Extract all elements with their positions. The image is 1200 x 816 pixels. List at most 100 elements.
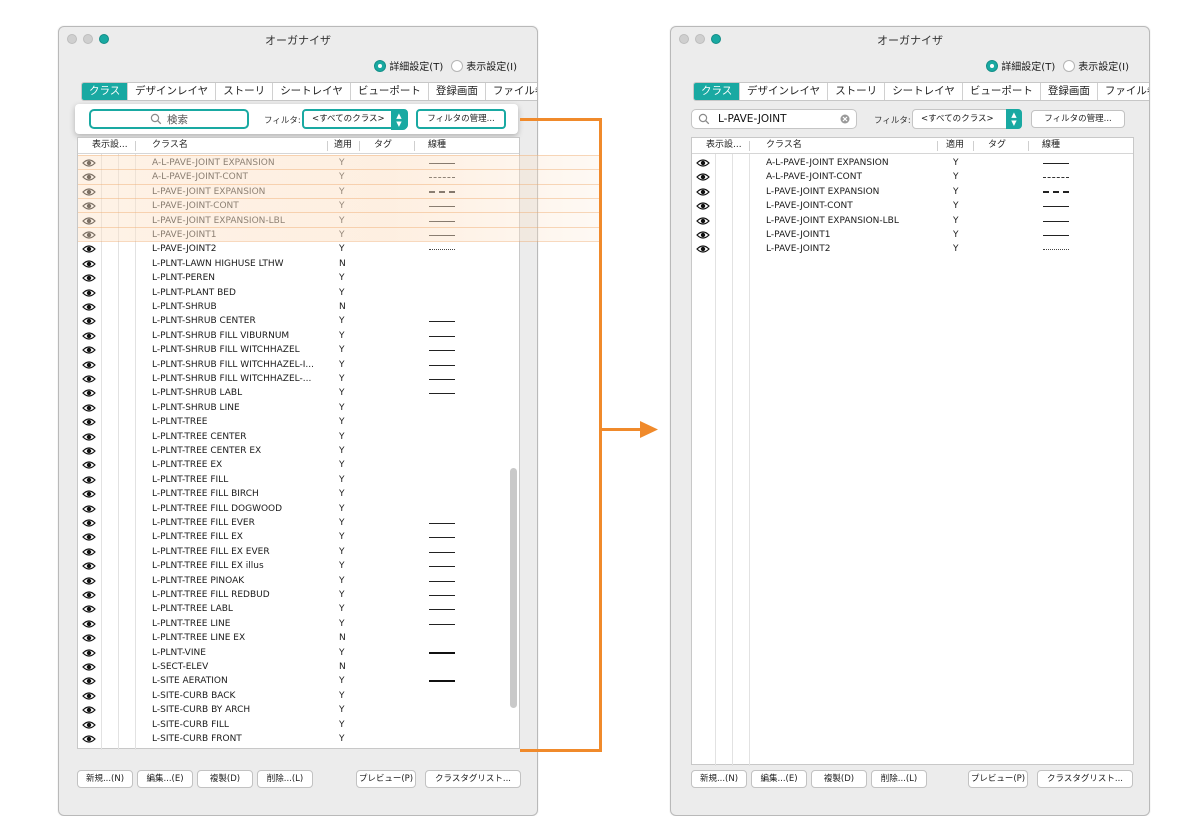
preview-button[interactable]: プレビュー(P) — [968, 770, 1028, 788]
tab-class[interactable]: クラス — [694, 83, 740, 100]
visibility-eye-icon[interactable] — [82, 344, 96, 356]
visibility-eye-icon[interactable] — [82, 503, 96, 515]
class-row[interactable]: L-SECT-ELEV N — [78, 660, 507, 674]
visibility-eye-icon[interactable] — [82, 373, 96, 385]
tab-story[interactable]: ストーリ — [828, 83, 886, 100]
class-row[interactable]: L-PLNT-TREE LABL Y — [78, 602, 507, 616]
class-row[interactable]: L-PLNT-TREE FILL EX Y — [78, 530, 507, 544]
visibility-eye-icon[interactable] — [82, 632, 96, 644]
class-row[interactable]: L-PAVE-JOINT1 Y — [692, 228, 1121, 242]
visibility-eye-icon[interactable] — [82, 387, 96, 399]
visibility-eye-icon[interactable] — [82, 474, 96, 486]
col-visibility[interactable]: 表示設... — [706, 138, 742, 153]
new-button[interactable]: 新規...(N) — [77, 770, 133, 788]
edit-button[interactable]: 編集...(E) — [751, 770, 807, 788]
edit-button[interactable]: 編集...(E) — [137, 770, 193, 788]
class-row[interactable]: L-PLNT-SHRUB LINE Y — [78, 401, 507, 415]
class-row[interactable]: L-PLNT-VINE Y — [78, 646, 507, 660]
tab-class[interactable]: クラス — [82, 83, 128, 100]
class-row[interactable]: L-PLNT-TREE EX Y — [78, 458, 507, 472]
visibility-eye-icon[interactable] — [82, 546, 96, 558]
display-settings-radio[interactable]: 表示設定(I) — [1063, 58, 1129, 73]
visibility-eye-icon[interactable] — [82, 531, 96, 543]
class-row[interactable]: L-PLNT-PEREN Y — [78, 271, 507, 285]
class-row[interactable]: L-PLNT-TREE FILL EVER Y — [78, 516, 507, 530]
class-row[interactable]: L-PLNT-SHRUB FILL WITCHHAZEL Y — [78, 343, 507, 357]
class-row[interactable]: L-SITE AERATION Y — [78, 674, 507, 688]
tab-sheet-layer[interactable]: シートレイヤ — [273, 83, 351, 100]
class-row[interactable]: L-PLNT-TREE CENTER Y — [78, 430, 507, 444]
visibility-eye-icon[interactable] — [82, 488, 96, 500]
tab-viewport[interactable]: ビューポート — [351, 83, 429, 100]
visibility-eye-icon[interactable] — [82, 431, 96, 443]
class-row[interactable]: L-PLNT-TREE LINE Y — [78, 617, 507, 631]
class-row[interactable]: L-PAVE-JOINT-CONT Y — [692, 199, 1121, 213]
visibility-eye-icon[interactable] — [696, 157, 710, 169]
col-visibility[interactable]: 表示設... — [92, 138, 128, 153]
class-row[interactable]: L-PAVE-JOINT2 Y — [78, 242, 507, 256]
visibility-eye-icon[interactable] — [82, 315, 96, 327]
class-tag-list-button[interactable]: クラスタグリスト... — [425, 770, 521, 788]
visibility-eye-icon[interactable] — [82, 603, 96, 615]
tab-story[interactable]: ストーリ — [216, 83, 274, 100]
class-row[interactable]: L-SITE-CURB BY ARCH Y — [78, 703, 507, 717]
detail-settings-radio[interactable]: 詳細設定(T) — [986, 58, 1055, 73]
visibility-eye-icon[interactable] — [82, 459, 96, 471]
delete-button[interactable]: 削除...(L) — [257, 770, 313, 788]
display-settings-radio[interactable]: 表示設定(I) — [451, 58, 517, 73]
clear-search-icon[interactable] — [840, 114, 850, 124]
visibility-eye-icon[interactable] — [82, 330, 96, 342]
tab-file-reference[interactable]: ファイル参照 — [1098, 83, 1149, 100]
class-row[interactable]: L-PLNT-TREE FILL EX EVER Y — [78, 545, 507, 559]
class-row[interactable]: L-PLNT-TREE FILL DOGWOOD Y — [78, 502, 507, 516]
visibility-eye-icon[interactable] — [82, 618, 96, 630]
class-row[interactable]: L-PLNT-TREE FILL REDBUD Y — [78, 588, 507, 602]
class-row[interactable]: L-PLNT-TREE CENTER EX Y — [78, 444, 507, 458]
visibility-eye-icon[interactable] — [82, 287, 96, 299]
visibility-eye-icon[interactable] — [82, 560, 96, 572]
col-tag[interactable]: タグ — [374, 138, 392, 153]
manage-filter-button[interactable]: フィルタの管理... — [416, 109, 506, 129]
col-tag[interactable]: タグ — [988, 138, 1006, 153]
visibility-eye-icon[interactable] — [82, 589, 96, 601]
class-row[interactable]: L-SITE-CURB FILL Y — [78, 718, 507, 732]
class-row[interactable]: L-PLNT-SHRUB FILL WITCHHAZEL-... Y — [78, 372, 507, 386]
col-class-name[interactable]: クラス名 — [152, 138, 188, 153]
visibility-eye-icon[interactable] — [82, 690, 96, 702]
duplicate-button[interactable]: 複製(D) — [811, 770, 867, 788]
visibility-eye-icon[interactable] — [82, 733, 96, 745]
class-row[interactable]: A-L-PAVE-JOINT EXPANSION Y — [692, 156, 1121, 170]
visibility-eye-icon[interactable] — [82, 575, 96, 587]
delete-button[interactable]: 削除...(L) — [871, 770, 927, 788]
visibility-eye-icon[interactable] — [696, 171, 710, 183]
tab-saved-views[interactable]: 登録画面 — [1041, 83, 1098, 100]
tab-sheet-layer[interactable]: シートレイヤ — [885, 83, 963, 100]
col-class-name[interactable]: クラス名 — [766, 138, 802, 153]
visibility-eye-icon[interactable] — [82, 243, 96, 255]
visibility-eye-icon[interactable] — [82, 517, 96, 529]
filter-select[interactable]: <すべてのクラス> ▲ ▼ — [302, 109, 408, 130]
col-apply[interactable]: 適用 — [946, 138, 964, 153]
class-row[interactable]: L-PAVE-JOINT EXPANSION-LBL Y — [692, 214, 1121, 228]
duplicate-button[interactable]: 複製(D) — [197, 770, 253, 788]
detail-settings-radio[interactable]: 詳細設定(T) — [374, 58, 443, 73]
col-linetype[interactable]: 線種 — [1042, 138, 1060, 153]
tab-design-layer[interactable]: デザインレイヤ — [128, 83, 217, 100]
search-field[interactable]: L-PAVE-JOINT — [691, 109, 857, 129]
new-button[interactable]: 新規...(N) — [691, 770, 747, 788]
visibility-eye-icon[interactable] — [696, 186, 710, 198]
visibility-eye-icon[interactable] — [82, 661, 96, 673]
class-row[interactable]: L-PLNT-SHRUB N — [78, 300, 507, 314]
col-apply[interactable]: 適用 — [334, 138, 352, 153]
visibility-eye-icon[interactable] — [82, 258, 96, 270]
visibility-eye-icon[interactable] — [82, 647, 96, 659]
class-tag-list-button[interactable]: クラスタグリスト... — [1037, 770, 1133, 788]
tab-viewport[interactable]: ビューポート — [963, 83, 1041, 100]
class-row[interactable]: L-SITE-CURB FRONT Y — [78, 732, 507, 746]
scrollbar-thumb[interactable] — [510, 468, 517, 708]
class-row[interactable]: L-PLNT-SHRUB FILL WITCHHAZEL-I... Y — [78, 358, 507, 372]
visibility-eye-icon[interactable] — [696, 200, 710, 212]
class-row[interactable]: L-PLNT-SHRUB FILL VIBURNUM Y — [78, 329, 507, 343]
tab-saved-views[interactable]: 登録画面 — [429, 83, 486, 100]
tab-design-layer[interactable]: デザインレイヤ — [740, 83, 829, 100]
